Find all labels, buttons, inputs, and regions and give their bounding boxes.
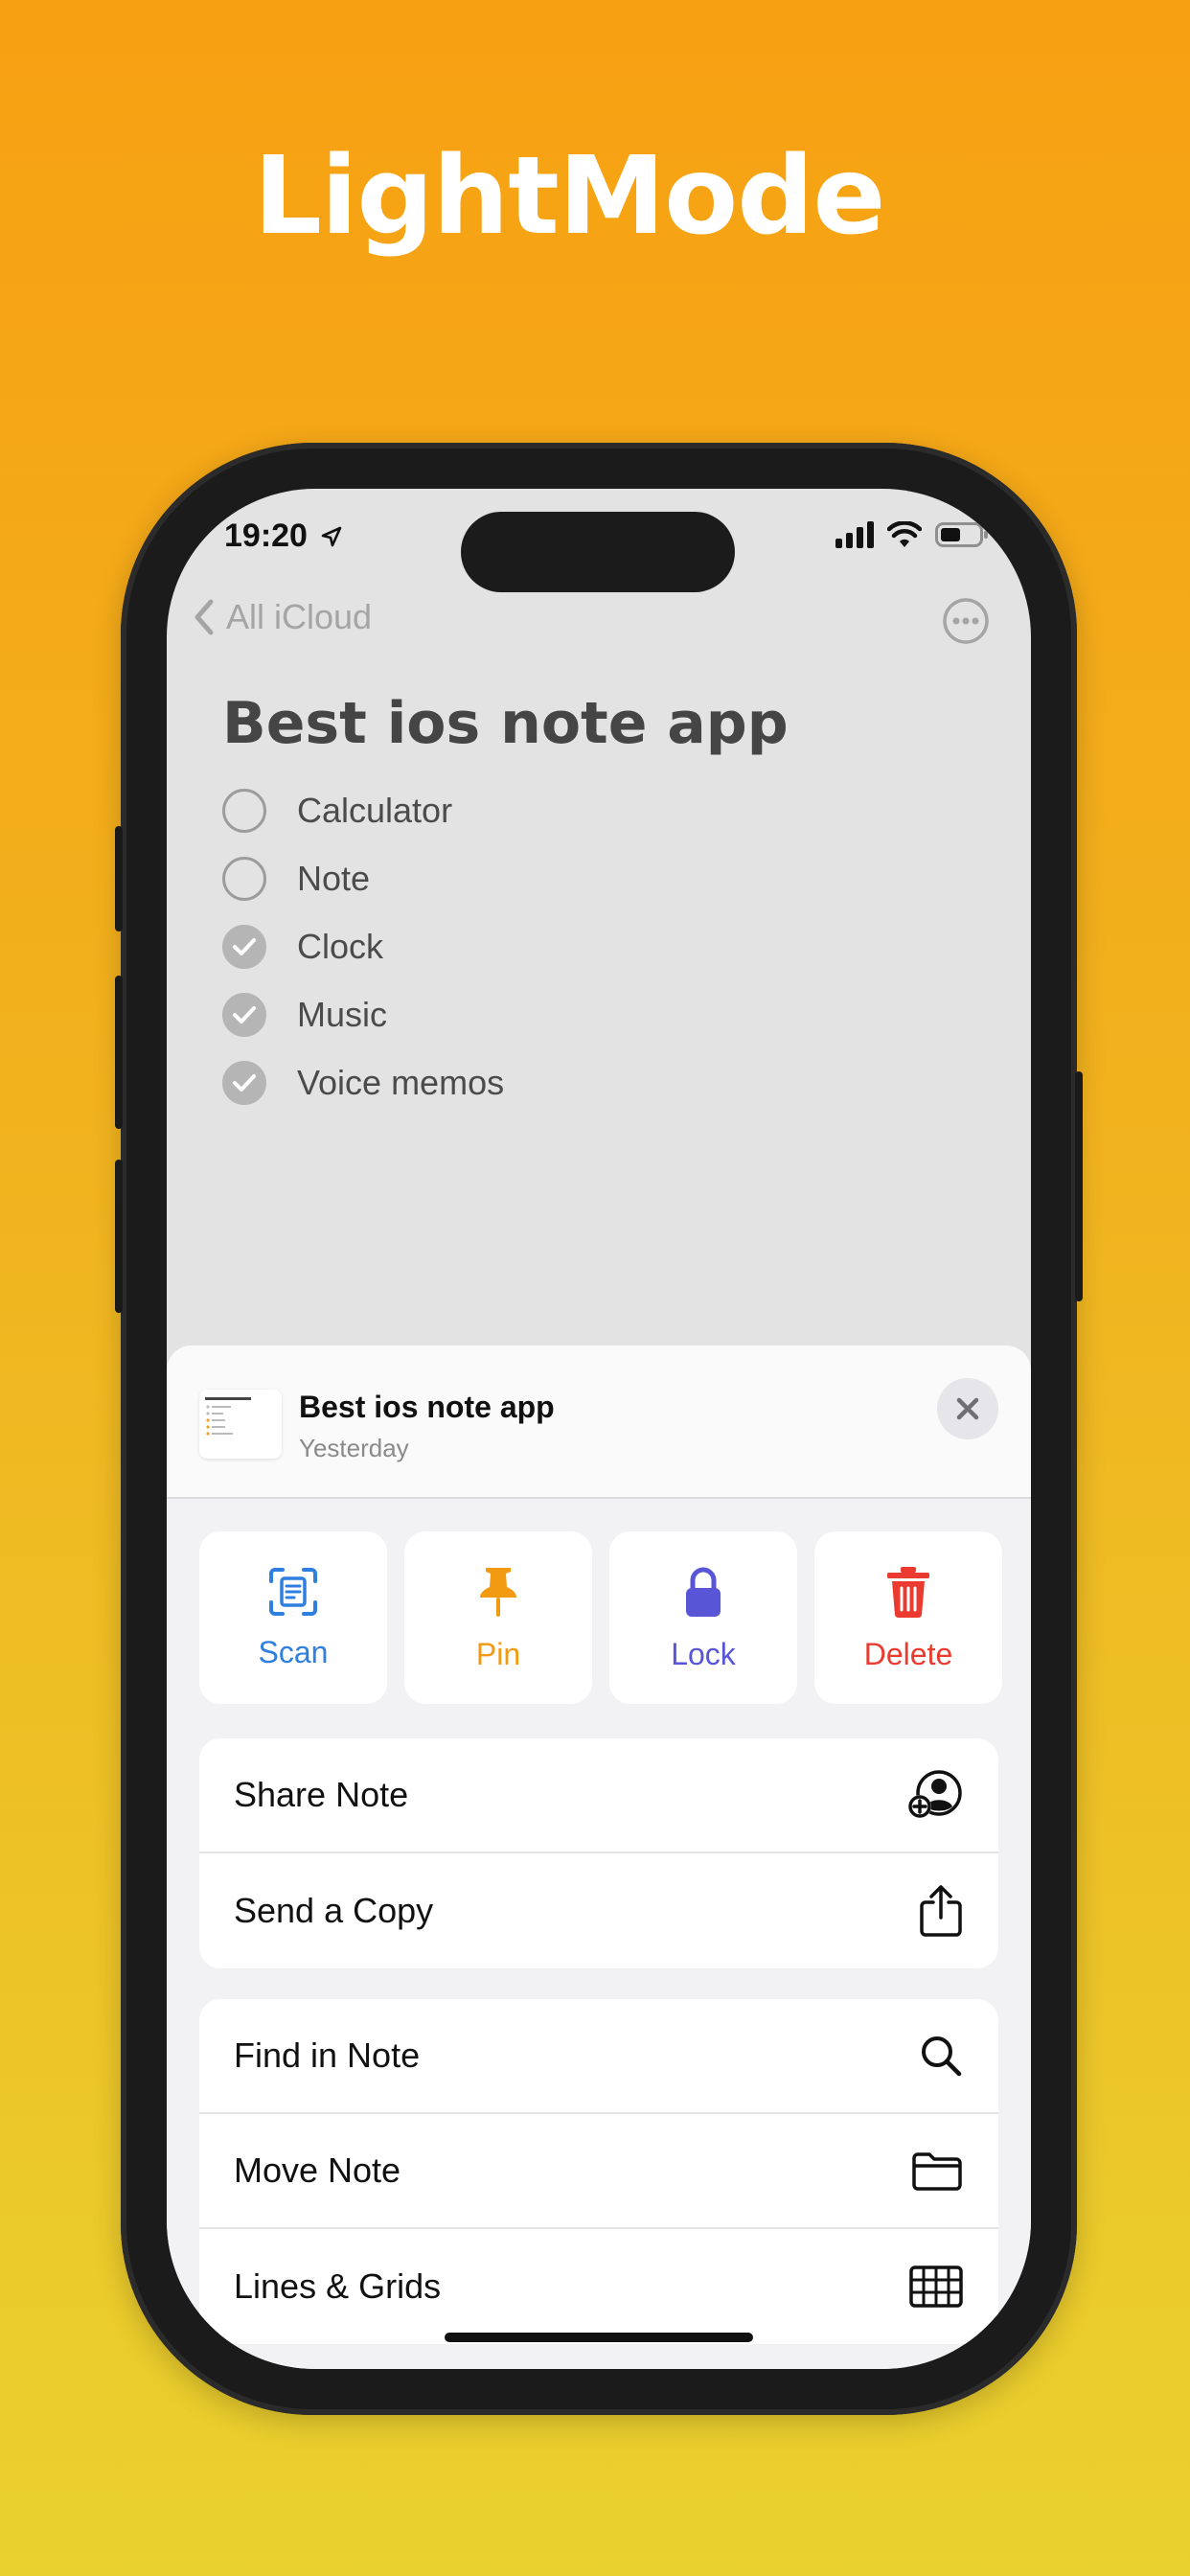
checklist-item: Clock (222, 912, 504, 980)
note-options-sheet: Best ios note app Yesterday Scan Pin Loc… (167, 1346, 1031, 2369)
checklist-item: Note (222, 844, 504, 912)
lines-grids-label: Lines & Grids (234, 2266, 442, 2306)
delete-button[interactable]: Delete (814, 1531, 1002, 1704)
checkbox[interactable] (222, 788, 266, 833)
status-time-label: 19:20 (224, 518, 308, 554)
location-arrow-icon (322, 526, 342, 547)
action-button (115, 826, 123, 932)
scan-label: Scan (258, 1634, 329, 1669)
volume-up-button (115, 976, 123, 1129)
share-options-group: Share Note Send a Copy (199, 1738, 998, 1968)
chevron-left-icon (195, 599, 214, 635)
quick-actions: Scan Pin Lock Delete (199, 1531, 1002, 1704)
share-upload-icon (920, 1885, 962, 1937)
dynamic-island (461, 512, 735, 592)
power-button (1075, 1071, 1083, 1301)
checklist-item: Calculator (222, 776, 504, 844)
lock-button[interactable]: Lock (609, 1531, 797, 1704)
phone-screen: 19:20 All iCloud Best ios note app Calcu… (167, 489, 1031, 2369)
folder-icon (912, 2152, 962, 2191)
trash-icon (887, 1566, 929, 1618)
status-indicators (835, 521, 989, 548)
checkbox-checked[interactable] (222, 924, 266, 969)
pin-button[interactable]: Pin (404, 1531, 592, 1704)
checkbox[interactable] (222, 856, 266, 901)
more-options-button[interactable] (941, 596, 991, 651)
grid-icon (909, 2266, 963, 2308)
move-note-label: Move Note (234, 2150, 401, 2190)
checkbox-checked[interactable] (222, 1060, 266, 1105)
pin-label: Pin (475, 1636, 521, 1671)
find-in-note-row[interactable]: Find in Note (199, 1999, 998, 2114)
checklist-item: Voice memos (222, 1048, 504, 1116)
share-person-icon (908, 1770, 962, 1818)
pin-icon (480, 1567, 516, 1617)
send-copy-row[interactable]: Send a Copy (199, 1853, 998, 1968)
note-thumbnail-preview (205, 1397, 251, 1436)
scan-button[interactable]: Scan (199, 1531, 387, 1704)
lock-icon (686, 1567, 721, 1617)
note-title: Best ios note app (222, 690, 789, 757)
volume-down-button (115, 1160, 123, 1313)
checklist-item-label: Voice memos (297, 1062, 505, 1102)
send-copy-label: Send a Copy (234, 1891, 434, 1930)
cellular-signal-icon (835, 521, 874, 548)
search-icon (922, 2036, 962, 2077)
checklist-item-label: Music (297, 994, 388, 1034)
note-tools-group: Find in Note Move Note Lines & Grids (199, 1999, 998, 2344)
checkmark-icon (233, 937, 256, 955)
back-label: All iCloud (226, 597, 373, 636)
checkmark-icon (233, 1005, 256, 1024)
wifi-icon (887, 521, 922, 547)
checklist-item: Music (222, 980, 504, 1048)
share-note-row[interactable]: Share Note (199, 1738, 998, 1853)
close-button[interactable] (937, 1378, 998, 1439)
battery-icon (935, 522, 988, 547)
checklist-item-label: Note (297, 858, 371, 898)
home-indicator (445, 2333, 753, 2342)
checklist: Calculator Note Clock Music Voice memos (222, 776, 504, 1116)
share-note-label: Share Note (234, 1775, 409, 1814)
headline: LightMode (253, 134, 886, 259)
scan-icon (269, 1567, 317, 1616)
checkbox-checked[interactable] (222, 992, 266, 1037)
sheet-note-date: Yesterday (299, 1434, 409, 1462)
move-note-row[interactable]: Move Note (199, 2114, 998, 2229)
find-in-note-label: Find in Note (234, 2036, 421, 2075)
ellipsis-circle-icon (943, 598, 989, 644)
back-button[interactable]: All iCloud (190, 596, 372, 638)
checklist-item-label: Clock (297, 926, 384, 966)
delete-label: Delete (863, 1636, 953, 1671)
phone-frame: 19:20 All iCloud Best ios note app Calcu… (115, 443, 1083, 2415)
sheet-header: Best ios note app Yesterday (167, 1346, 1031, 1499)
status-time: 19:20 (224, 518, 343, 555)
lock-label: Lock (671, 1636, 736, 1671)
close-icon (956, 1397, 979, 1420)
note-thumbnail (199, 1390, 282, 1459)
checkmark-icon (233, 1073, 256, 1092)
lines-grids-row[interactable]: Lines & Grids (199, 2229, 998, 2344)
sheet-note-title: Best ios note app (299, 1390, 555, 1424)
checklist-item-label: Calculator (297, 790, 453, 830)
